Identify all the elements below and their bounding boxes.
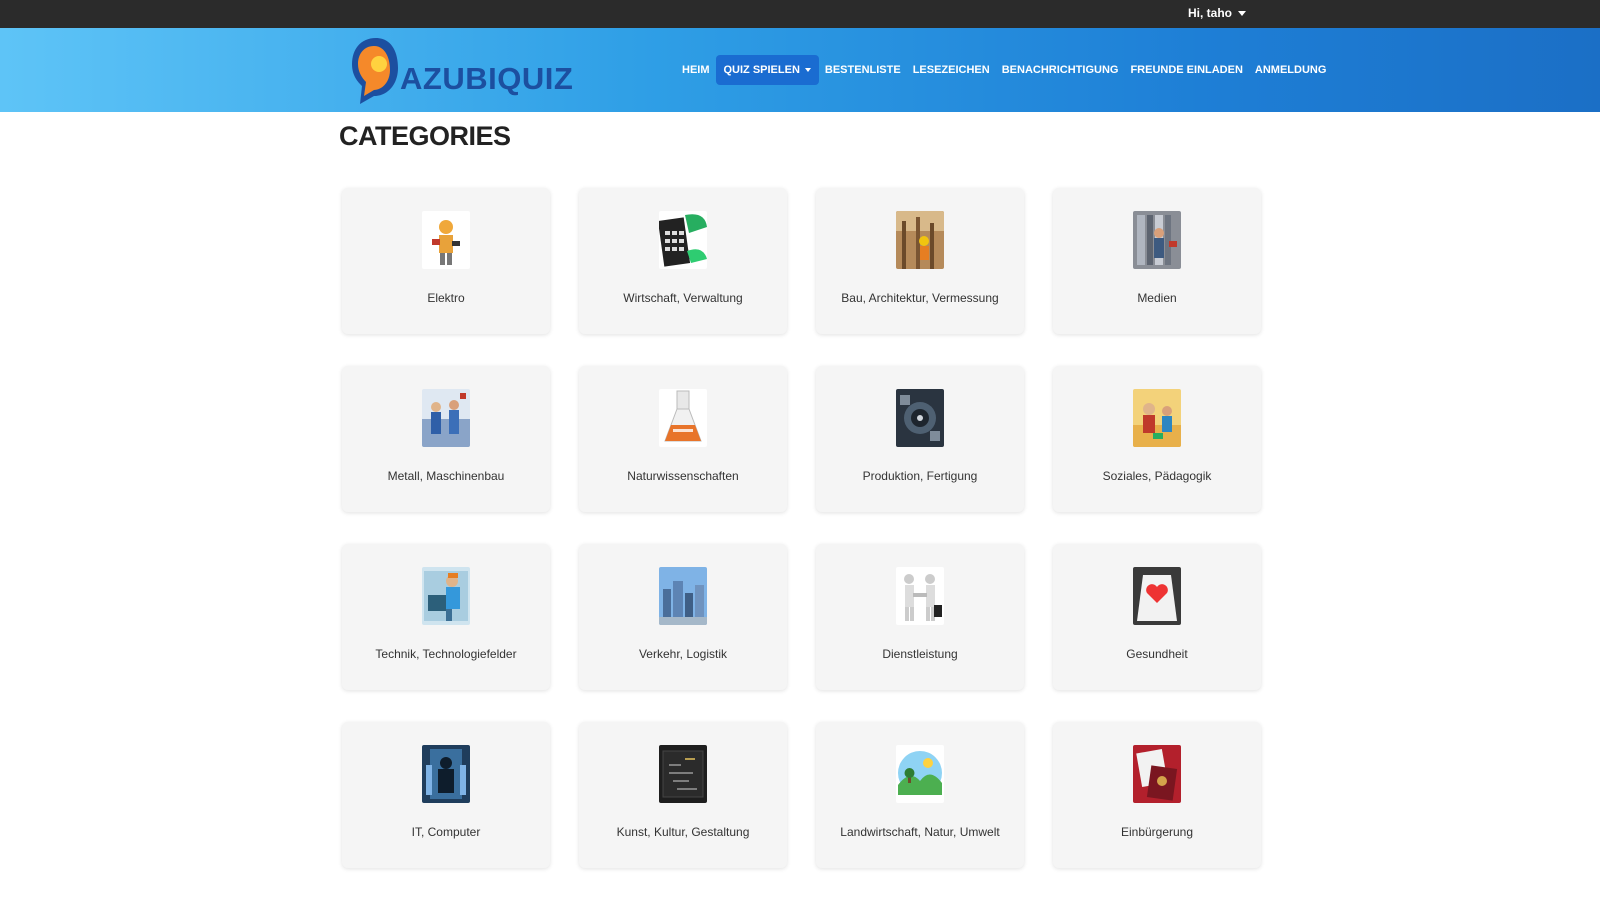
logo-head-icon bbox=[348, 34, 404, 110]
category-label: Einbürgerung bbox=[1120, 825, 1194, 839]
category-grid: Elektro Wirtschaft, Verwaltung Bau, Arch… bbox=[342, 188, 1261, 868]
technician-icon bbox=[422, 567, 470, 625]
category-card-produktion[interactable]: Produktion, Fertigung bbox=[816, 366, 1024, 512]
category-label: Bau, Architektur, Vermessung bbox=[841, 291, 999, 305]
flask-icon bbox=[659, 389, 707, 447]
category-card-verkehr[interactable]: Verkehr, Logistik bbox=[579, 544, 787, 690]
category-label: Produktion, Fertigung bbox=[862, 469, 978, 483]
calculator-icon bbox=[659, 211, 707, 269]
category-label: Elektro bbox=[427, 291, 465, 305]
nav-quiz-spielen-label: QUIZ SPIELEN bbox=[723, 64, 800, 76]
city-icon bbox=[659, 567, 707, 625]
category-label: Gesundheit bbox=[1126, 647, 1188, 661]
chevron-down-icon bbox=[1238, 10, 1246, 16]
category-label: Medien bbox=[1137, 291, 1177, 305]
nav-lesezeichen[interactable]: LESEZEICHEN bbox=[907, 55, 996, 85]
category-card-kunst[interactable]: Kunst, Kultur, Gestaltung bbox=[579, 722, 787, 868]
main-nav: HEIM QUIZ SPIELEN BESTENLISTE LESEZEICHE… bbox=[676, 55, 1332, 85]
nature-icon bbox=[896, 745, 944, 803]
category-label: Dienstleistung bbox=[882, 647, 958, 661]
electrician-icon bbox=[422, 211, 470, 269]
category-card-landwirtschaft[interactable]: Landwirtschaft, Natur, Umwelt bbox=[816, 722, 1024, 868]
user-menu[interactable]: Hi, taho bbox=[1188, 6, 1246, 20]
category-card-technik[interactable]: Technik, Technologiefelder bbox=[342, 544, 550, 690]
category-label: Naturwissenschaften bbox=[627, 469, 739, 483]
construction-icon bbox=[896, 211, 944, 269]
nav-freunde-einladen[interactable]: FREUNDE EINLADEN bbox=[1124, 55, 1248, 85]
category-label: Wirtschaft, Verwaltung bbox=[623, 291, 743, 305]
nav-home[interactable]: HEIM bbox=[676, 55, 716, 85]
page-title: CATEGORIES bbox=[339, 121, 511, 151]
logo[interactable]: AZUBIQUIZ bbox=[348, 32, 573, 112]
category-card-gesundheit[interactable]: Gesundheit bbox=[1053, 544, 1261, 690]
category-label: Verkehr, Logistik bbox=[638, 647, 728, 661]
production-icon bbox=[896, 389, 944, 447]
category-label: Soziales, Pädagogik bbox=[1102, 469, 1212, 483]
media-icon bbox=[1133, 211, 1181, 269]
nav-benachrichtigung[interactable]: BENACHRICHTIGUNG bbox=[996, 55, 1125, 85]
category-card-metall[interactable]: Metall, Maschinenbau bbox=[342, 366, 550, 512]
passport-icon bbox=[1133, 745, 1181, 803]
category-card-it[interactable]: IT, Computer bbox=[342, 722, 550, 868]
chalkboard-icon bbox=[659, 745, 707, 803]
category-card-bau[interactable]: Bau, Architektur, Vermessung bbox=[816, 188, 1024, 334]
category-label: Metall, Maschinenbau bbox=[387, 469, 505, 483]
logo-text: AZUBIQUIZ bbox=[400, 61, 574, 96]
chevron-down-icon bbox=[804, 68, 811, 72]
social-icon bbox=[1133, 389, 1181, 447]
category-label: Landwirtschaft, Natur, Umwelt bbox=[840, 825, 1000, 839]
category-card-einbuergerung[interactable]: Einbürgerung bbox=[1053, 722, 1261, 868]
category-label: Technik, Technologiefelder bbox=[375, 647, 517, 661]
category-card-soziales[interactable]: Soziales, Pädagogik bbox=[1053, 366, 1261, 512]
computer-icon bbox=[422, 745, 470, 803]
category-card-naturwissenschaften[interactable]: Naturwissenschaften bbox=[579, 366, 787, 512]
user-greeting: Hi, taho bbox=[1188, 6, 1232, 20]
category-card-elektro[interactable]: Elektro bbox=[342, 188, 550, 334]
category-label: IT, Computer bbox=[411, 825, 481, 839]
category-label: Kunst, Kultur, Gestaltung bbox=[616, 825, 750, 839]
nav-quiz-spielen[interactable]: QUIZ SPIELEN bbox=[715, 55, 819, 85]
handshake-icon bbox=[896, 567, 944, 625]
category-card-medien[interactable]: Medien bbox=[1053, 188, 1261, 334]
nav-anmeldung[interactable]: ANMELDUNG bbox=[1249, 55, 1333, 85]
nav-bestenliste[interactable]: BESTENLISTE bbox=[819, 55, 907, 85]
category-card-dienstleistung[interactable]: Dienstleistung bbox=[816, 544, 1024, 690]
top-bar: Hi, taho bbox=[0, 0, 1600, 28]
metalwork-icon bbox=[422, 389, 470, 447]
category-card-wirtschaft[interactable]: Wirtschaft, Verwaltung bbox=[579, 188, 787, 334]
heart-icon bbox=[1133, 567, 1181, 625]
